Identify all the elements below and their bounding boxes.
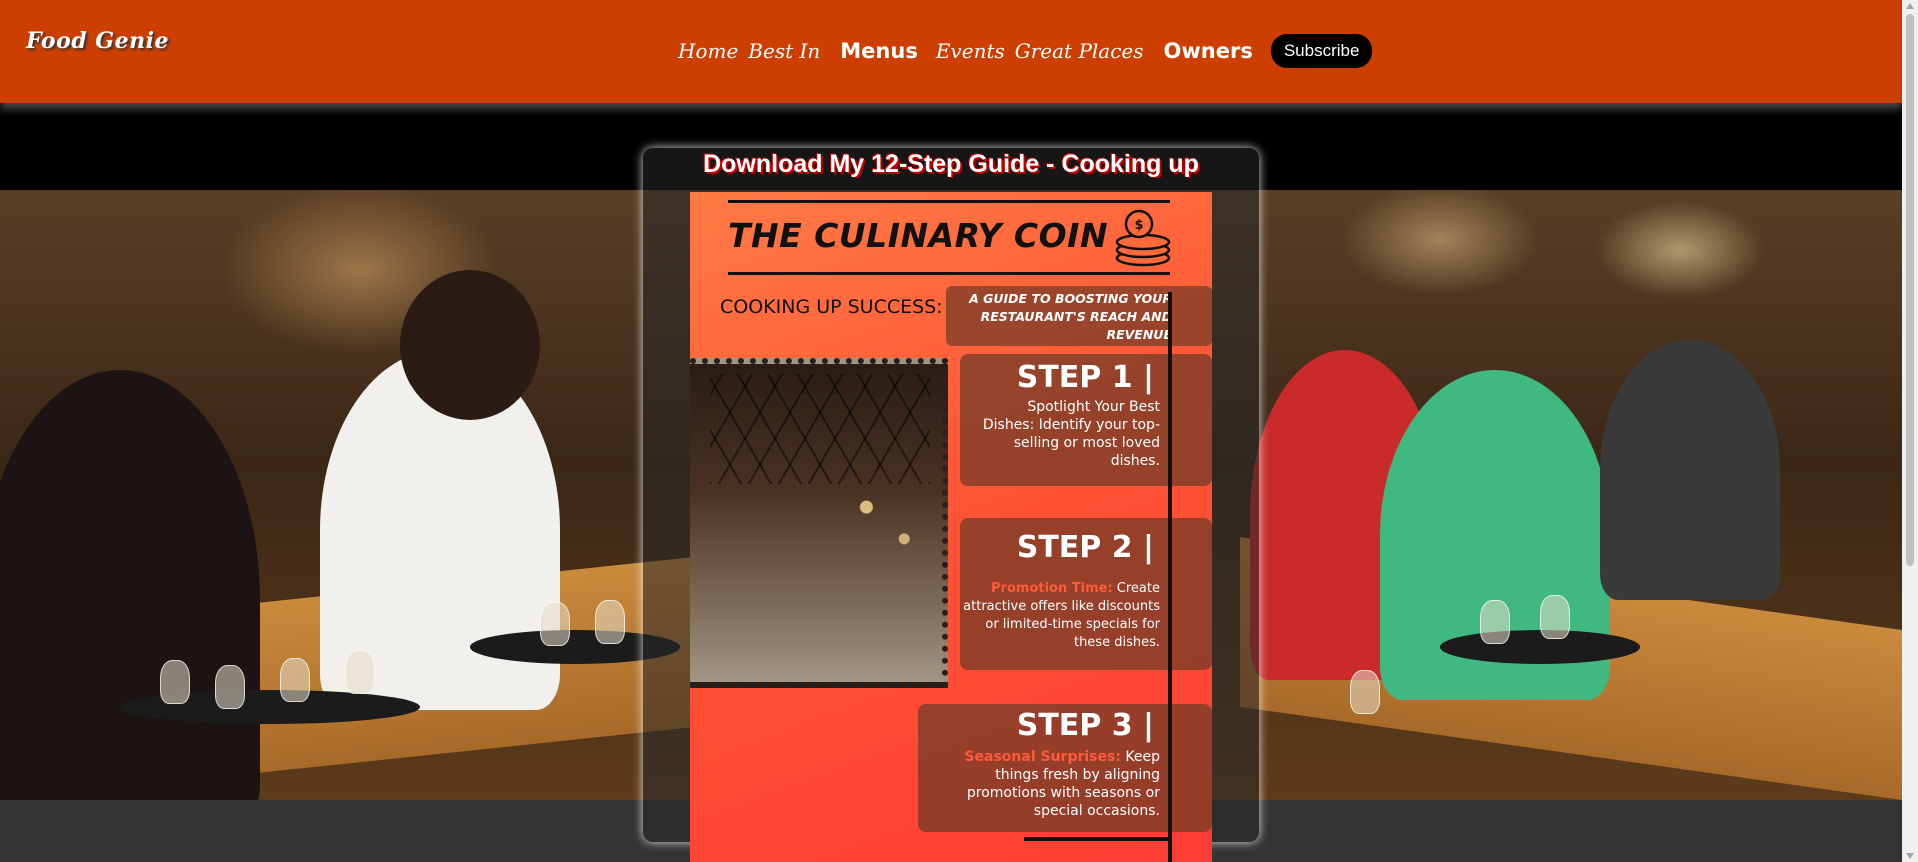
glass [1350, 670, 1380, 714]
guest-figure [0, 370, 260, 800]
scrollbar-thumb[interactable] [1906, 14, 1914, 566]
modal-title: Download My 12-Step Guide - Cooking up [703, 150, 1199, 178]
flyer-subtitle-right: A GUIDE TO BOOSTING YOUR RESTAURANT'S RE… [969, 291, 1172, 342]
nav-home[interactable]: Home [678, 39, 738, 63]
coin-stack-icon: $ [1115, 209, 1171, 267]
nav-great-places[interactable]: Great Places [1015, 39, 1144, 63]
guest-figure [400, 270, 540, 420]
page: Food Genie Home Best In Menus Events Gre… [0, 0, 1918, 862]
main-nav: Home Best In Menus Events Great Places O… [678, 34, 1373, 68]
glass [345, 650, 375, 694]
flyer-title: THE CULINARY COIN [728, 216, 1109, 255]
flyer-rule [728, 272, 1170, 275]
svg-text:$: $ [1134, 218, 1143, 233]
glass [540, 602, 570, 646]
page-scrollbar[interactable] [1902, 0, 1918, 862]
glass [280, 658, 310, 702]
step-2-heading: STEP 2 | [1016, 530, 1154, 565]
glass [1480, 600, 1510, 644]
flyer-vertical-rule [1168, 292, 1172, 862]
glass [215, 665, 245, 709]
step-2-text: Promotion Time: Create attractive offers… [960, 580, 1160, 652]
flyer-subtitle-box: A GUIDE TO BOOSTING YOUR RESTAURANT'S RE… [946, 286, 1212, 346]
guest-figure [1600, 340, 1780, 600]
scroll-up-arrow-icon[interactable] [1906, 3, 1914, 9]
glass [160, 660, 190, 704]
step-2-highlight: Promotion Time: [991, 581, 1113, 596]
site-logo[interactable]: Food Genie [26, 28, 169, 54]
nav-menus[interactable]: Menus [840, 39, 918, 63]
flyer-rule [728, 200, 1170, 203]
step-1-box: STEP 1 | Spotlight Your Best Dishes: Ide… [960, 354, 1212, 486]
glass-tray [1440, 630, 1640, 664]
site-header: Food Genie Home Best In Menus Events Gre… [0, 0, 1902, 103]
nav-best-in[interactable]: Best In [748, 39, 820, 63]
step-2-box: STEP 2 | Promotion Time: Create attracti… [960, 518, 1212, 670]
ceiling-pattern [710, 374, 930, 484]
nav-owners[interactable]: Owners [1164, 39, 1253, 63]
step-1-text: Spotlight Your Best Dishes: Identify you… [982, 399, 1160, 469]
step-1-heading: STEP 1 | [1016, 360, 1154, 395]
restaurant-interior-photo [690, 358, 948, 688]
glass [1540, 595, 1570, 639]
subscribe-button[interactable]: Subscribe [1270, 34, 1373, 68]
step-3-heading: STEP 3 | [1016, 708, 1154, 743]
glass [595, 600, 625, 644]
scroll-down-arrow-icon[interactable] [1906, 853, 1914, 859]
guide-flyer-image[interactable]: THE CULINARY COIN $ COOKING UP SUCCESS: … [690, 192, 1212, 862]
flyer-subtitle-left: COOKING UP SUCCESS: [720, 296, 943, 318]
nav-events[interactable]: Events [936, 39, 1005, 63]
step-3-text: Seasonal Surprises: Keep things fresh by… [920, 748, 1160, 820]
flyer-rule [1024, 837, 1170, 841]
step-3-highlight: Seasonal Surprises: [964, 749, 1121, 765]
